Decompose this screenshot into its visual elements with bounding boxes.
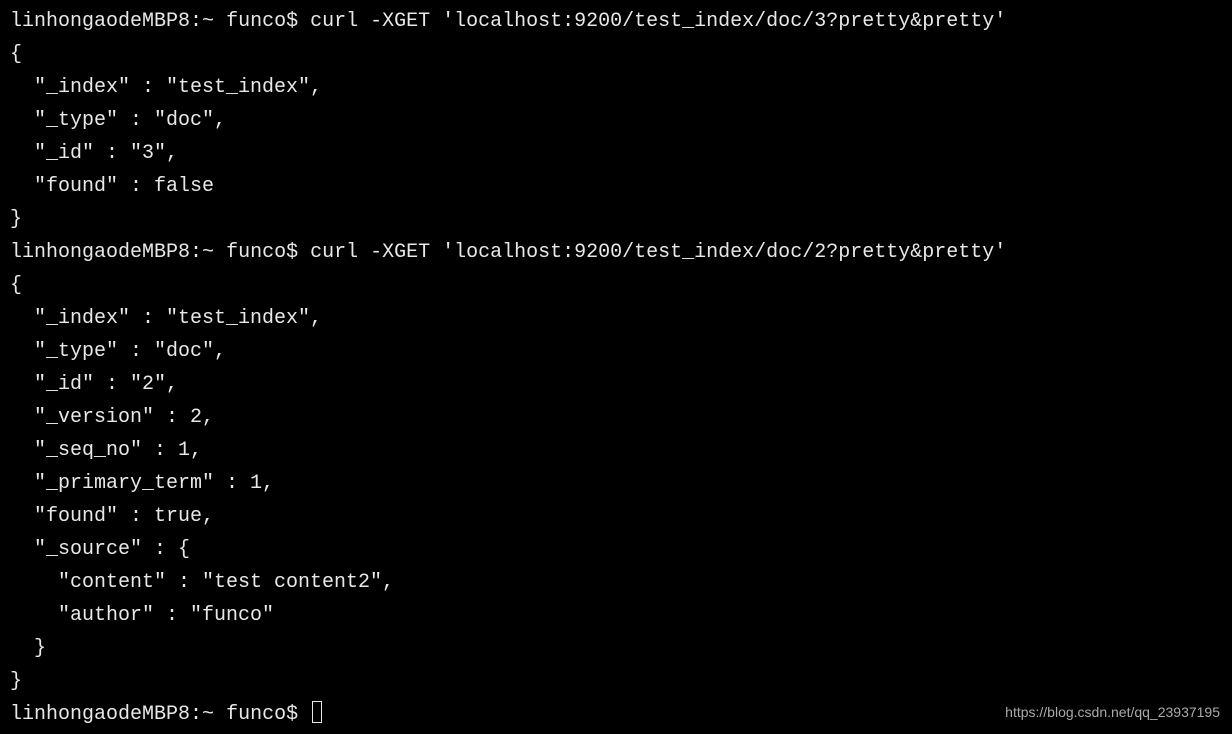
terminal-output[interactable]: linhongaodeMBP8:~ funco$ curl -XGET 'loc…: [10, 5, 1222, 731]
hostname: linhongaodeMBP8: [10, 10, 190, 33]
json-line: "_version" : 2,: [10, 401, 1222, 434]
watermark-text: https://blog.csdn.net/qq_23937195: [1005, 701, 1220, 724]
json-line: "_source" : {: [10, 533, 1222, 566]
json-line: "_index" : "test_index",: [10, 302, 1222, 335]
json-line: "found" : false: [10, 170, 1222, 203]
prompt-line: linhongaodeMBP8:~ funco$ curl -XGET 'loc…: [10, 236, 1222, 269]
command-text: curl -XGET 'localhost:9200/test_index/do…: [310, 10, 1006, 33]
command-text: curl -XGET 'localhost:9200/test_index/do…: [310, 241, 1006, 264]
path: ~: [202, 10, 214, 33]
json-line: "_index" : "test_index",: [10, 71, 1222, 104]
json-line: "author" : "funco": [10, 599, 1222, 632]
hostname: linhongaodeMBP8: [10, 241, 190, 264]
json-line: "content" : "test content2",: [10, 566, 1222, 599]
path: ~: [202, 703, 214, 726]
json-line: "_id" : "2",: [10, 368, 1222, 401]
json-open-brace: {: [10, 269, 1222, 302]
username: funco: [226, 241, 286, 264]
json-line: "_type" : "doc",: [10, 335, 1222, 368]
json-close-brace: }: [10, 203, 1222, 236]
prompt-line: linhongaodeMBP8:~ funco$ curl -XGET 'loc…: [10, 5, 1222, 38]
json-line: "_id" : "3",: [10, 137, 1222, 170]
json-close-brace: }: [10, 665, 1222, 698]
username: funco: [226, 703, 286, 726]
path: ~: [202, 241, 214, 264]
hostname: linhongaodeMBP8: [10, 703, 190, 726]
json-line: }: [10, 632, 1222, 665]
json-line: "_primary_term" : 1,: [10, 467, 1222, 500]
json-line: "_type" : "doc",: [10, 104, 1222, 137]
json-line: "found" : true,: [10, 500, 1222, 533]
json-line: "_seq_no" : 1,: [10, 434, 1222, 467]
json-open-brace: {: [10, 38, 1222, 71]
username: funco: [226, 10, 286, 33]
cursor-icon: [312, 701, 322, 723]
